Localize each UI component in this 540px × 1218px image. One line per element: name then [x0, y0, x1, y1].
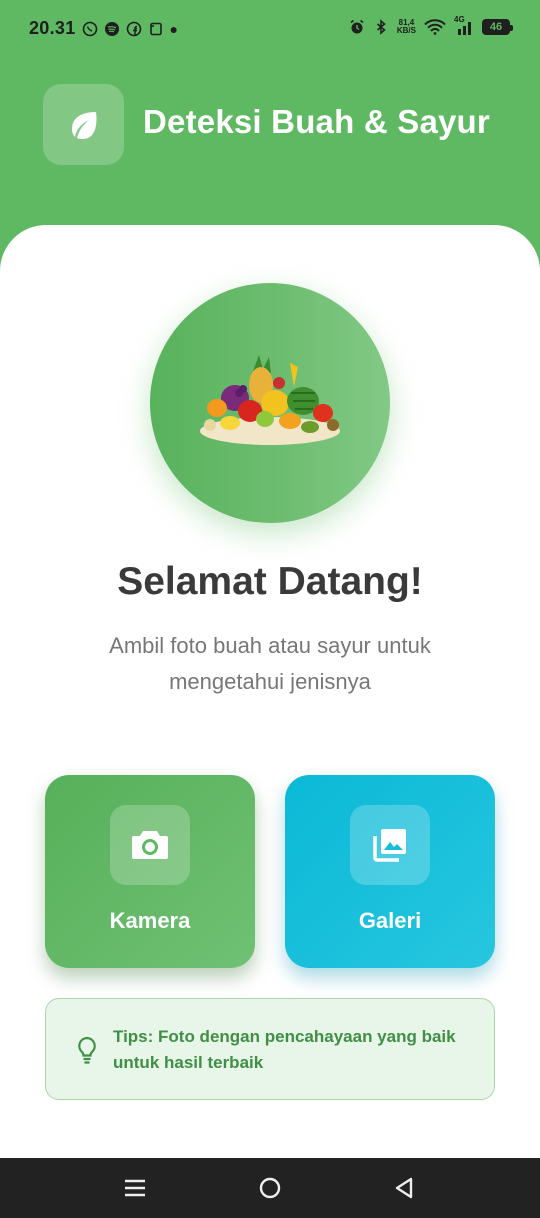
cellular-signal: 4G — [454, 15, 474, 36]
gallery-icon-box — [350, 805, 430, 885]
battery-indicator: 46 — [482, 19, 513, 35]
signal-icon — [458, 22, 471, 35]
hero-circle — [150, 283, 390, 523]
net-speed-unit: KB/S — [396, 26, 416, 35]
bluetooth-icon — [376, 19, 386, 35]
system-navigation-bar — [0, 1158, 540, 1218]
tips-text: Tips: Foto dengan pencahayaan yang baik … — [113, 1027, 456, 1072]
camera-button[interactable]: Kamera — [45, 775, 255, 968]
wifi-icon — [424, 19, 446, 35]
back-button[interactable] — [391, 1175, 417, 1201]
network-speed: 81,4 KB/S — [397, 19, 416, 35]
status-time: 20.31 — [29, 18, 76, 38]
gallery-icon — [373, 829, 406, 862]
alarm-icon — [350, 19, 364, 34]
leaf-icon — [71, 111, 96, 139]
home-button[interactable] — [257, 1175, 283, 1201]
whatsapp-icon — [82, 21, 97, 36]
screenshot-icon — [149, 22, 162, 35]
facebook-icon — [126, 21, 141, 36]
app-logo — [43, 84, 124, 165]
app-title: Deteksi Buah & Sayur — [143, 103, 490, 140]
fruits-vegetables-illustration — [200, 355, 340, 445]
menu-icon — [125, 1179, 145, 1197]
recents-button[interactable] — [122, 1175, 148, 1201]
gallery-button[interactable]: Galeri — [285, 775, 495, 968]
gallery-button-label: Galeri — [358, 908, 422, 933]
home-icon — [259, 1177, 281, 1199]
status-bar: 20.31 ● 81,4 KB/S 4G 46 — [0, 0, 540, 58]
tips-box: Tips: Foto dengan pencahayaan yang baik … — [45, 998, 495, 1100]
welcome-subtitle: Ambil foto buah atau sayur untuk mengeta… — [109, 633, 431, 694]
camera-icon — [132, 831, 168, 859]
battery-level: 46 — [489, 21, 503, 33]
welcome-title: Selamat Datang! — [117, 560, 423, 603]
camera-button-label: Kamera — [109, 908, 191, 933]
camera-icon-box — [110, 805, 190, 885]
spotify-icon — [104, 21, 119, 36]
more-notifications-dot: ● — [169, 20, 179, 37]
lightbulb-icon — [78, 1036, 96, 1064]
back-icon — [395, 1177, 413, 1199]
